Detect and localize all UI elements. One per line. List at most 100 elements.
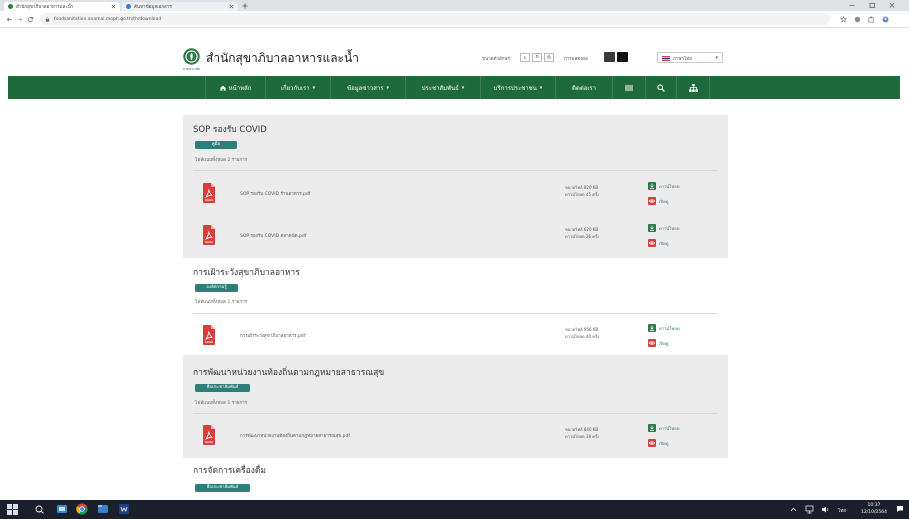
close-window-icon[interactable] xyxy=(886,1,898,10)
download-button[interactable]: ดาวน์โหลด xyxy=(648,182,680,190)
nav-label: บริการประชาชน xyxy=(493,84,537,92)
browser-tab-2[interactable]: ค้นหาข้อมูลเอกสาร xyxy=(122,2,238,11)
nav-label: ประชาสัมพันธ์ xyxy=(421,84,459,92)
chrome-browser-icon[interactable] xyxy=(76,503,88,515)
eye-icon xyxy=(648,197,656,205)
file-size: ขนาดไฟล์ 840 KB xyxy=(565,427,599,432)
extensions-puzzle-icon[interactable] xyxy=(868,16,875,23)
download-count: ดาวน์โหลด 38 ครั้ง xyxy=(565,434,600,439)
pdf-file-icon[interactable] xyxy=(203,183,215,203)
view-button[interactable]: เปิดดู xyxy=(648,239,669,247)
favicon xyxy=(8,4,13,9)
notifications-icon[interactable] xyxy=(896,505,904,513)
search-icon[interactable] xyxy=(35,505,44,514)
file-size: ขนาดไฟล์ 956 KB xyxy=(565,327,599,332)
file-explorer-icon[interactable] xyxy=(97,503,109,515)
forward-icon[interactable] xyxy=(16,16,23,23)
file-name[interactable]: SOP รองรับ COVID ตลาดนัด.pdf xyxy=(240,232,306,239)
language-select[interactable]: ภาษาไทย xyxy=(657,52,723,63)
main-navigation: หน้าหลัก เกี่ยวกับเรา ข้อมูลข่าวสาร ประช… xyxy=(8,76,900,99)
bookmark-star-icon[interactable] xyxy=(840,16,847,23)
pdf-file-icon[interactable] xyxy=(203,425,215,445)
windows-start-icon[interactable] xyxy=(7,504,18,515)
tab-title: ค้นหาข้อมูลเอกสาร xyxy=(134,5,172,10)
back-icon[interactable] xyxy=(6,16,13,23)
network-icon[interactable] xyxy=(805,505,814,514)
pdf-file-icon[interactable] xyxy=(203,225,215,245)
nav-menu-button[interactable] xyxy=(612,76,645,99)
nav-about[interactable]: เกี่ยวกับเรา xyxy=(265,76,330,99)
divider xyxy=(193,413,718,414)
file-name[interactable]: การเฝ้าระวังสุขาภิบาลอาหาร.pdf xyxy=(240,332,305,339)
font-size-medium-button[interactable]: ก xyxy=(532,53,542,62)
file-name[interactable]: SOP รองรับ COVID ร้านอาหาร.pdf xyxy=(240,190,310,197)
tray-overflow-icon[interactable] xyxy=(790,506,797,513)
browser-tab-1[interactable]: สำนักสุขาภิบาลอาหารและน้ำ xyxy=(4,2,120,11)
download-category-section: SOP รองรับ COVID คู่มือ ไฟล์แนบทั้งหมด 2… xyxy=(183,115,728,258)
chevron-down-icon xyxy=(715,55,718,61)
close-tab-icon[interactable] xyxy=(229,4,234,9)
category-tag[interactable]: สื่อประชาสัมพันธ์ xyxy=(195,384,250,392)
section-title[interactable]: การเฝ้าระวังสุขาภิบาลอาหาร xyxy=(193,265,300,279)
nav-sitemap-button[interactable] xyxy=(676,76,710,99)
download-category-section: การจัดการเครื่องดื่ม สื่อประชาสัมพันธ์ xyxy=(183,458,728,500)
section-title[interactable]: การจัดการเครื่องดื่ม xyxy=(193,463,266,477)
system-clock[interactable]: 10:37 12/10/2564 xyxy=(856,503,892,516)
ministry-logo[interactable] xyxy=(183,48,200,65)
download-category-section: การเฝ้าระวังสุขาภิบาลอาหาร องค์ความรู้ ไ… xyxy=(183,258,728,355)
file-meta: ขนาดไฟล์ 620 KB ดาวน์โหลด 26 ครั้ง xyxy=(565,226,599,240)
download-icon xyxy=(648,224,656,232)
font-size-large-button[interactable]: ก xyxy=(544,53,554,62)
address-bar[interactable]: foodsanitation.anamai.moph.go.th/th/down… xyxy=(40,13,830,25)
volume-icon[interactable] xyxy=(821,505,830,514)
maximize-icon[interactable] xyxy=(866,1,878,10)
download-button[interactable]: ดาวน์โหลด xyxy=(648,424,680,432)
nav-public-services[interactable]: บริการประชาชน xyxy=(480,76,555,99)
font-size-small-button[interactable]: ก xyxy=(520,53,530,62)
nav-contact[interactable]: ติดต่อเรา xyxy=(555,76,612,99)
download-button[interactable]: ดาวน์โหลด xyxy=(648,324,680,332)
file-name[interactable]: การพัฒนาหน่วยงานท้องถิ่นตามกฎหมายสาธารณส… xyxy=(240,432,350,439)
contrast-high-button[interactable] xyxy=(617,52,628,62)
input-language-indicator[interactable]: ไทย xyxy=(838,507,846,514)
task-view-icon[interactable] xyxy=(56,503,68,515)
contrast-normal-button[interactable] xyxy=(604,52,615,62)
view-button[interactable]: เปิดดู xyxy=(648,339,669,347)
nav-information[interactable]: ข้อมูลข่าวสาร xyxy=(330,76,405,99)
view-label: เปิดดู xyxy=(659,240,669,246)
section-title[interactable]: การพัฒนาหน่วยงานท้องถิ่นตามกฎหมายสาธารณส… xyxy=(193,365,384,379)
download-icon xyxy=(648,324,656,332)
divider xyxy=(193,170,718,171)
sitemap-icon xyxy=(688,83,698,92)
reload-icon[interactable] xyxy=(27,16,34,23)
extension-shield-icon[interactable] xyxy=(854,16,861,23)
view-button[interactable]: เปิดดู xyxy=(648,197,669,205)
nav-home[interactable]: หน้าหลัก xyxy=(205,76,265,99)
file-meta: ขนาดไฟล์ 956 KB ดาวน์โหลด 40 ครั้ง xyxy=(565,326,599,340)
language-value: ภาษาไทย xyxy=(673,57,692,62)
download-icon xyxy=(648,182,656,190)
new-tab-icon[interactable] xyxy=(242,3,248,9)
pdf-file-icon[interactable] xyxy=(203,325,215,345)
category-tag[interactable]: สื่อประชาสัมพันธ์ xyxy=(195,484,250,492)
view-button[interactable]: เปิดดู xyxy=(648,439,669,447)
nav-search-button[interactable] xyxy=(645,76,676,99)
nav-label: ติดต่อเรา xyxy=(572,84,596,92)
category-tag[interactable]: องค์ความรู้ xyxy=(195,284,238,292)
download-button[interactable]: ดาวน์โหลด xyxy=(648,224,680,232)
view-label: เปิดดู xyxy=(659,340,669,346)
eye-icon xyxy=(648,439,656,447)
chevron-down-icon xyxy=(540,84,543,91)
section-title[interactable]: SOP รองรับ COVID xyxy=(193,122,267,136)
close-tab-icon[interactable] xyxy=(111,4,116,9)
lock-icon[interactable] xyxy=(45,16,50,22)
nav-label: เกี่ยวกับเรา xyxy=(280,84,310,92)
category-tag[interactable]: คู่มือ xyxy=(195,141,237,149)
site-title[interactable]: สำนักสุขาภิบาลอาหารและน้ำ xyxy=(206,49,359,68)
nav-public-relations[interactable]: ประชาสัมพันธ์ xyxy=(405,76,480,99)
download-category-section: การพัฒนาหน่วยงานท้องถิ่นตามกฎหมายสาธารณส… xyxy=(183,355,728,458)
profile-icon[interactable] xyxy=(882,16,889,23)
app-icon[interactable] xyxy=(118,503,130,515)
search-icon xyxy=(657,83,665,92)
minimize-icon[interactable] xyxy=(846,1,858,10)
